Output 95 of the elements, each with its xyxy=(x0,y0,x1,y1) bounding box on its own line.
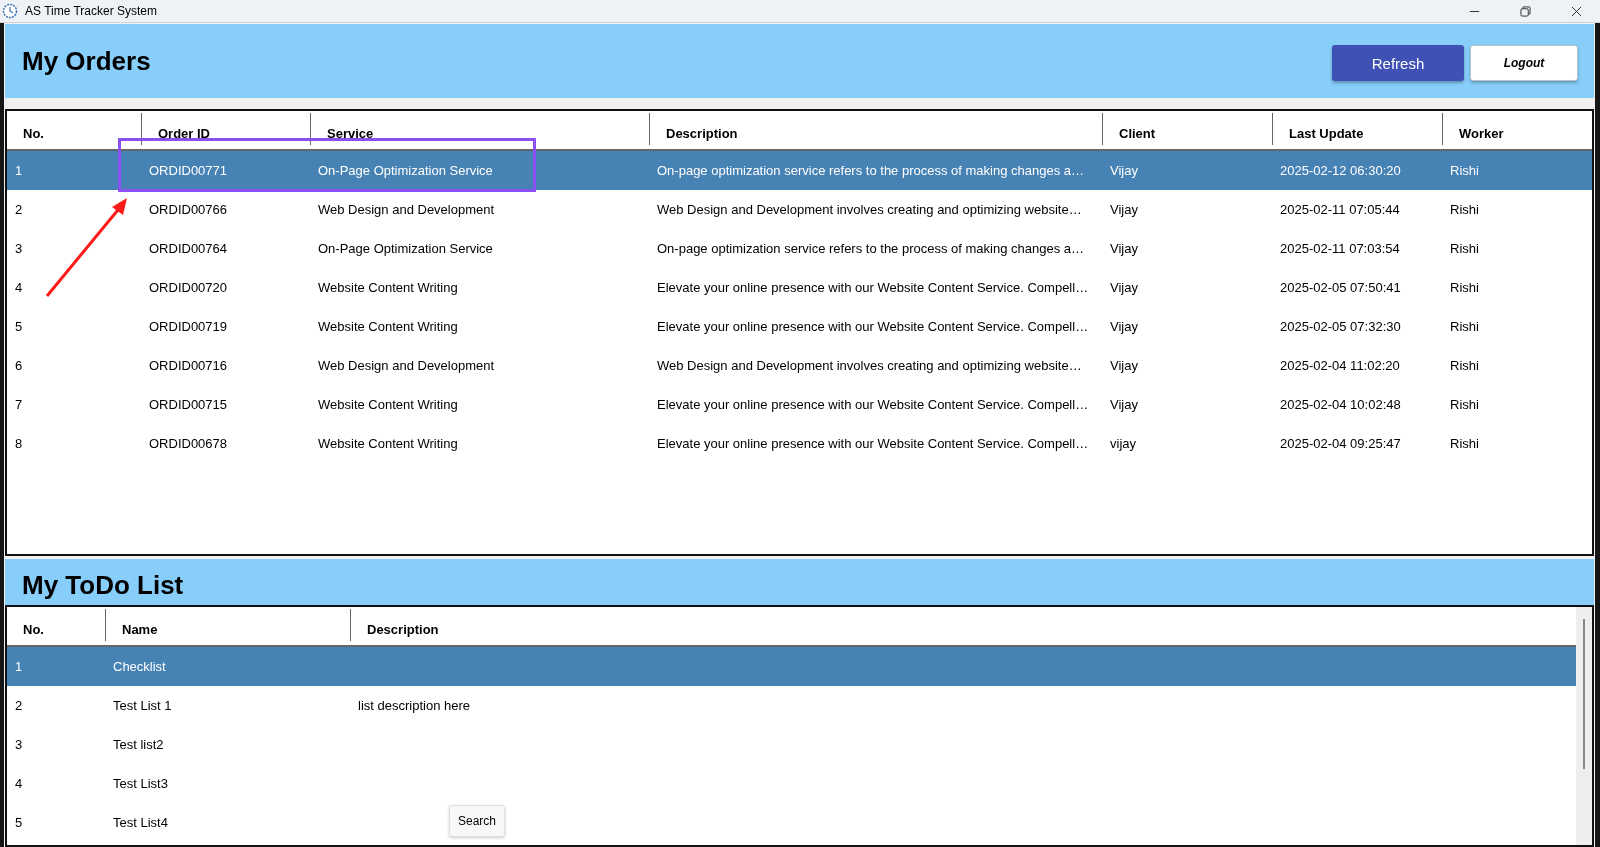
table-cell-text: ORDID00678 xyxy=(148,436,229,451)
table-cell-text: 4 xyxy=(14,280,24,295)
table-cell-text: Rishi xyxy=(1449,202,1480,217)
column-header[interactable]: Worker xyxy=(1442,113,1592,145)
table-cell-text: Vijay xyxy=(1109,163,1139,178)
table-cell-text: Vijay xyxy=(1109,202,1139,217)
table-cell-text: 2025-02-05 07:50:41 xyxy=(1279,280,1402,295)
table-cell-text: Vijay xyxy=(1109,241,1139,256)
table-cell-text: 1 xyxy=(14,659,24,674)
table-cell-text: On-Page Optimization Service xyxy=(317,241,494,256)
table-cell-text: Test List4 xyxy=(112,815,169,830)
table-cell-text: 2025-02-04 10:02:48 xyxy=(1279,397,1402,412)
table-cell-text: 1 xyxy=(14,163,24,178)
column-header[interactable]: Client xyxy=(1102,113,1272,145)
table-cell-text: Elevate your online presence with our Website Content Service. Compell… xyxy=(656,397,1090,412)
scrollbar-thumb[interactable] xyxy=(1583,619,1585,769)
column-header[interactable]: Service xyxy=(310,113,649,145)
table-cell-text: 2 xyxy=(14,698,24,713)
column-header[interactable]: Description xyxy=(649,113,1102,145)
table-cell-text: 3 xyxy=(14,241,24,256)
clock-icon xyxy=(2,3,18,19)
table-cell-text: ORDID00715 xyxy=(148,397,229,412)
table-row[interactable]: 4 ORDID00720 Website Content Writing Elevate your online presence with our Website Content Service. Compell… Vijay 2025-02-05 07:50:41 Rishi xyxy=(7,268,1592,307)
restore-icon[interactable] xyxy=(1520,5,1531,17)
table-cell-text: Test list2 xyxy=(112,737,165,752)
table-cell-text: ORDID00771 xyxy=(148,163,229,178)
table-cell-text: ORDID00720 xyxy=(148,280,229,295)
section-title: My ToDo List xyxy=(22,569,184,601)
table-cell-text: On-Page Optimization Service xyxy=(317,163,494,178)
column-header[interactable]: Order ID xyxy=(141,113,310,145)
table-cell-text: Vijay xyxy=(1109,319,1139,334)
table-cell-text: 2025-02-04 11:02:20 xyxy=(1279,358,1401,373)
table-row[interactable]: 7 ORDID00715 Website Content Writing Elevate your online presence with our Website Content Service. Compell… Vijay 2025-02-04 10:02:48 Rishi xyxy=(7,385,1592,424)
scrollbar[interactable] xyxy=(1576,607,1592,845)
table-row[interactable]: 1 ORDID00771 On-Page Optimization Service On-page optimization service refers to the process of making changes a… Vijay 2025-02-12 06:30:20 Rishi xyxy=(7,151,1592,190)
table-cell-text: 5 xyxy=(14,815,24,830)
table-cell-text: Test List3 xyxy=(112,776,169,791)
table-cell-text: Checklist xyxy=(112,659,167,674)
table-cell-text: Rishi xyxy=(1449,358,1480,373)
table-cell-text: vijay xyxy=(1109,436,1137,451)
table-cell-text: 8 xyxy=(14,436,24,451)
table-cell-text: Web Design and Development involves creating and optimizing website… xyxy=(656,358,1083,373)
column-header[interactable]: No. xyxy=(7,609,105,641)
table-cell-text: Vijay xyxy=(1109,397,1139,412)
table-cell-text: list description here xyxy=(357,698,471,713)
table-cell-text: Website Content Writing xyxy=(317,436,459,451)
tooltip: Search xyxy=(449,805,506,837)
table-cell-text: 2025-02-04 09:25:47 xyxy=(1279,436,1402,451)
table-cell-text: Web Design and Development xyxy=(317,202,496,217)
action-button[interactable]: Logout xyxy=(1470,45,1578,81)
table-cell-text: Web Design and Development xyxy=(317,358,496,373)
section-title: My Orders xyxy=(22,45,151,77)
column-header[interactable]: Name xyxy=(105,609,350,641)
table-cell-text: Elevate your online presence with our Website Content Service. Compell… xyxy=(656,436,1090,451)
table-cell-text: Rishi xyxy=(1449,319,1480,334)
table-cell-text: Website Content Writing xyxy=(317,397,459,412)
table-cell-text: Web Design and Development involves creating and optimizing website… xyxy=(656,202,1083,217)
table-cell-text: ORDID00719 xyxy=(148,319,229,334)
table-cell-text: 6 xyxy=(14,358,24,373)
table-cell-text: ORDID00766 xyxy=(148,202,229,217)
action-button[interactable]: Refresh xyxy=(1332,45,1464,81)
table-row[interactable]: 5 ORDID00719 Website Content Writing Elevate your online presence with our Website Content Service. Compell… Vijay 2025-02-05 07:32:30 Rishi xyxy=(7,307,1592,346)
table-cell-text: 2025-02-05 07:32:30 xyxy=(1279,319,1402,334)
table-cell-text: Rishi xyxy=(1449,163,1480,178)
column-header[interactable]: Last Update xyxy=(1272,113,1442,145)
table-cell-text: 2025-02-11 07:03:54 xyxy=(1279,241,1401,256)
table-cell-text: 3 xyxy=(14,737,24,752)
table-cell-text: Vijay xyxy=(1109,280,1139,295)
column-header[interactable]: No. xyxy=(7,113,141,145)
table-cell-text: Elevate your online presence with our Website Content Service. Compell… xyxy=(656,280,1090,295)
table-cell-text: Rishi xyxy=(1449,280,1480,295)
table-cell-text: 2025-02-11 07:05:44 xyxy=(1279,202,1401,217)
close-icon[interactable] xyxy=(1571,5,1582,17)
table-cell-text: 5 xyxy=(14,319,24,334)
table-row[interactable]: 2 ORDID00766 Web Design and Development Web Design and Development involves creating and optimizing website… Vijay 2025-02-11 07:05:44 Rishi xyxy=(7,190,1592,229)
table-cell-text: Vijay xyxy=(1109,358,1139,373)
table-cell-text: 2 xyxy=(14,202,24,217)
table-cell-text: Rishi xyxy=(1449,241,1480,256)
table-cell-text: ORDID00716 xyxy=(148,358,229,373)
table-cell-text: Website Content Writing xyxy=(317,280,459,295)
window-title: AS Time Tracker System xyxy=(25,4,158,18)
table-cell-text: Rishi xyxy=(1449,397,1480,412)
table-cell-text: 4 xyxy=(14,776,24,791)
table-cell-text: Website Content Writing xyxy=(317,319,459,334)
table-cell-text: 2025-02-12 06:30:20 xyxy=(1279,163,1402,178)
table-row[interactable]: 8 ORDID00678 Website Content Writing Elevate your online presence with our Website Content Service. Compell… vijay 2025-02-04 09:25:47 Rishi xyxy=(7,424,1592,463)
table-row[interactable]: 3 ORDID00764 On-Page Optimization Service On-page optimization service refers to the process of making changes a… Vijay 2025-02-11 07:03:54 Rishi xyxy=(7,229,1592,268)
table-cell-text: 7 xyxy=(14,397,24,412)
table-cell-text: Test List 1 xyxy=(112,698,173,713)
table-cell-text: ORDID00764 xyxy=(148,241,229,256)
table-cell-text: Rishi xyxy=(1449,436,1480,451)
table-cell-text: On-page optimization service refers to the process of making changes a… xyxy=(656,241,1086,256)
table-row[interactable]: 6 ORDID00716 Web Design and Development Web Design and Development involves creating and optimizing website… Vijay 2025-02-04 11:02:20 Rishi xyxy=(7,346,1592,385)
table-cell-text: On-page optimization service refers to the process of making changes a… xyxy=(656,163,1086,178)
table-cell-text: Elevate your online presence with our Website Content Service. Compell… xyxy=(656,319,1090,334)
